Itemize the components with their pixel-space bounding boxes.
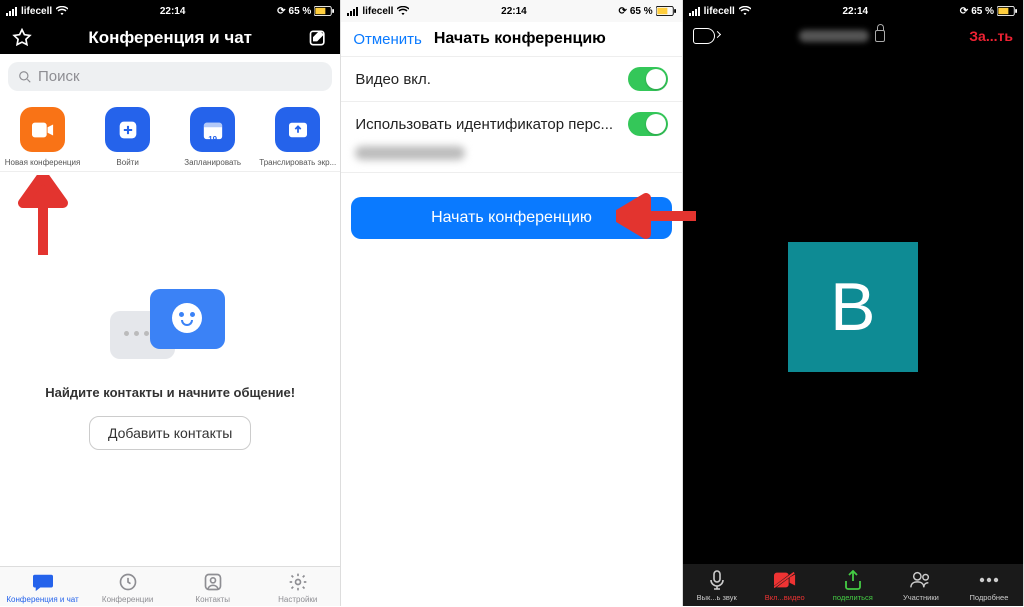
action-row: Новая конференция Войти 19 Запланировать…	[0, 99, 340, 172]
tab-meetings-label: Конференции	[102, 595, 153, 604]
tab-meetings[interactable]: Конференции	[85, 571, 170, 604]
screen-main: lifecell 22:14 ⟳65 % Конференция и чат П…	[0, 0, 341, 606]
battery-label: 65 %	[971, 6, 994, 17]
carrier-label: lifecell	[21, 6, 52, 17]
speaker-icon[interactable]	[693, 28, 715, 44]
join-label: Войти	[116, 158, 138, 167]
cancel-button[interactable]: Отменить	[353, 31, 422, 48]
pmi-label: Использовать идентификатор перс...	[355, 116, 627, 133]
contact-icon	[202, 571, 224, 593]
pmi-row: Использовать идентификатор перс...	[341, 102, 681, 146]
meeting-top-bar: За...ть	[683, 22, 1023, 50]
mic-icon	[706, 570, 728, 590]
meeting-toolbar: Вык...ь звук Вкл...видео поделиться Учас…	[683, 564, 1023, 606]
screen-start-meeting: lifecell 22:14 ⟳65 % Отменить Начать кон…	[341, 0, 682, 606]
video-off-icon	[774, 570, 796, 590]
clock: 22:14	[68, 6, 277, 17]
clock: 22:14	[751, 6, 960, 17]
gear-icon	[287, 571, 309, 593]
page-title: Конференция и чат	[88, 28, 252, 48]
participant-avatar: В	[788, 242, 918, 372]
tab-settings[interactable]: Настройки	[255, 571, 340, 604]
schedule-button[interactable]: 19 Запланировать	[173, 107, 253, 167]
video-on-row: Видео вкл.	[341, 56, 681, 102]
plus-icon	[118, 120, 138, 140]
lock-icon	[875, 30, 885, 42]
wifi-icon	[397, 6, 409, 16]
add-contacts-button[interactable]: Добавить контакты	[89, 416, 251, 450]
mute-button[interactable]: Вык...ь звук	[683, 570, 751, 602]
participants-icon	[910, 570, 932, 590]
video-stage[interactable]: В	[683, 50, 1023, 564]
tab-chat[interactable]: Конференция и чат	[0, 571, 85, 604]
calendar-day: 19	[208, 135, 217, 144]
nav-bar: Конференция и чат	[0, 22, 340, 54]
wifi-icon	[739, 6, 751, 16]
signal-icon	[689, 7, 700, 16]
signal-icon	[347, 7, 358, 16]
participants-button[interactable]: Участники	[887, 570, 955, 602]
share-content-button[interactable]: поделиться	[819, 570, 887, 602]
search-input[interactable]: Поиск	[8, 62, 332, 91]
start-meeting-button[interactable]: Начать конференцию	[351, 197, 671, 239]
tab-settings-label: Настройки	[278, 595, 317, 604]
video-on-label: Видео вкл.	[355, 71, 627, 88]
tab-contacts[interactable]: Контакты	[170, 571, 255, 604]
tab-bar: Конференция и чат Конференции Контакты Н…	[0, 566, 340, 606]
battery-label: 65 %	[630, 6, 653, 17]
carrier-label: lifecell	[362, 6, 393, 17]
video-toggle[interactable]	[628, 67, 668, 91]
status-bar: lifecell 22:14 ⟳65 %	[0, 0, 340, 22]
new-meeting-button[interactable]: Новая конференция	[3, 107, 83, 167]
chat-illustration	[110, 289, 230, 369]
empty-text: Найдите контакты и начните общение!	[45, 385, 295, 400]
more-icon	[978, 570, 1000, 590]
video-icon	[32, 122, 54, 138]
carrier-label: lifecell	[704, 6, 735, 17]
avatar-letter: В	[830, 268, 875, 346]
tab-contacts-label: Контакты	[195, 595, 230, 604]
pmi-toggle[interactable]	[628, 112, 668, 136]
battery-icon	[314, 6, 334, 16]
end-meeting-button[interactable]: За...ть	[969, 28, 1013, 44]
join-button[interactable]: Войти	[88, 107, 168, 167]
screen-in-meeting: lifecell 22:14 ⟳65 % За...ть В Вык...ь з…	[683, 0, 1024, 606]
new-meeting-label: Новая конференция	[5, 158, 81, 167]
page-title: Начать конференцию	[422, 30, 670, 48]
search-icon	[18, 70, 32, 84]
battery-label: 65 %	[289, 6, 312, 17]
nav-bar: Отменить Начать конференцию	[341, 22, 681, 56]
more-button[interactable]: Подробнее	[955, 570, 1023, 602]
tab-chat-label: Конференция и чат	[6, 595, 78, 604]
signal-icon	[6, 7, 17, 16]
share-icon	[842, 570, 864, 590]
share-label: Транслировать экр...	[259, 158, 336, 167]
battery-icon	[656, 6, 676, 16]
chat-icon	[32, 571, 54, 593]
clock-icon	[117, 571, 139, 593]
status-bar: lifecell 22:14 ⟳65 %	[683, 0, 1023, 22]
schedule-label: Запланировать	[184, 158, 241, 167]
battery-icon	[997, 6, 1017, 16]
wifi-icon	[56, 6, 68, 16]
clock: 22:14	[409, 6, 618, 17]
empty-state: Найдите контакты и начните общение! Доба…	[0, 172, 340, 566]
share-screen-button[interactable]: Транслировать экр...	[258, 107, 338, 167]
search-placeholder: Поиск	[38, 68, 80, 85]
start-video-button[interactable]: Вкл...видео	[751, 570, 819, 602]
compose-icon[interactable]	[308, 28, 328, 48]
favorite-icon[interactable]	[12, 28, 32, 48]
redacted-pmi	[355, 146, 667, 164]
redacted-id	[799, 30, 869, 42]
share-up-icon	[287, 121, 309, 139]
status-bar: lifecell 22:14 ⟳65 %	[341, 0, 681, 22]
